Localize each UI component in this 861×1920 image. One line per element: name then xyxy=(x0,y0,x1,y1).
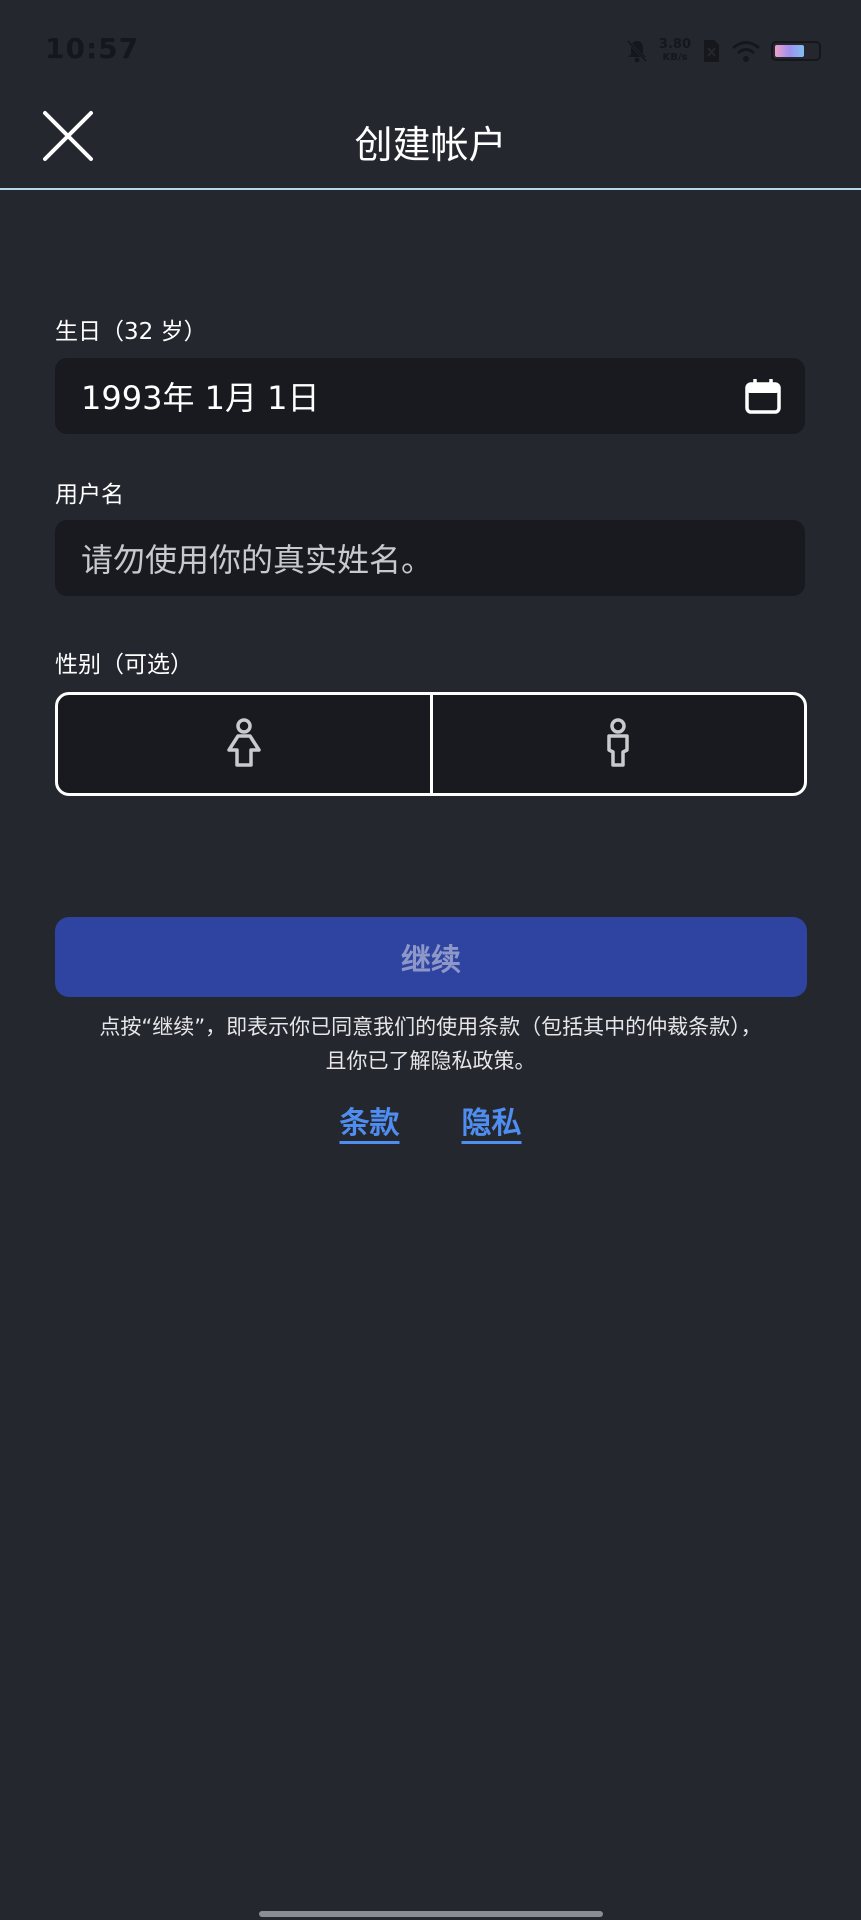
terms-link[interactable]: 条款 xyxy=(340,1098,400,1142)
birthday-field[interactable]: 1993年 1月 1日 xyxy=(55,358,805,434)
net-speed: 3.80 KB/s xyxy=(659,38,691,64)
privacy-link[interactable]: 隐私 xyxy=(462,1098,522,1142)
consent-line-1: 点按“继续”，即表示你已同意我们的使用条款（包括其中的仲裁条款）， xyxy=(99,1015,762,1039)
username-field[interactable]: 请勿使用你的真实姓名。 xyxy=(55,520,805,596)
consent-line-2: 且你已了解隐私政策。 xyxy=(325,1049,536,1073)
continue-button[interactable]: 继续 xyxy=(55,917,807,997)
net-speed-unit: KB/s xyxy=(662,52,688,63)
gender-label: 性别（可选） xyxy=(55,652,193,678)
mute-bell-icon xyxy=(626,39,648,63)
wifi-icon xyxy=(732,41,760,62)
male-icon xyxy=(607,718,629,767)
gender-option-male[interactable] xyxy=(429,695,805,793)
gender-selector xyxy=(55,692,807,796)
status-time: 10:57 xyxy=(45,32,140,65)
page-title: 创建帐户 xyxy=(354,123,507,167)
gender-option-female[interactable] xyxy=(58,695,430,793)
status-bar: 10:57 3.80 KB/s xyxy=(0,0,861,100)
legal-links: 条款 隐私 xyxy=(0,1098,861,1142)
home-indicator[interactable] xyxy=(259,1911,603,1917)
header: 创建帐户 xyxy=(0,100,861,190)
username-placeholder: 请勿使用你的真实姓名。 xyxy=(81,541,434,579)
username-label: 用户名 xyxy=(55,482,124,508)
birthday-label: 生日（32 岁） xyxy=(55,319,207,345)
consent-text: 点按“继续”，即表示你已同意我们的使用条款（包括其中的仲裁条款）， 且你已了解隐… xyxy=(40,1010,821,1078)
birthday-value: 1993年 1月 1日 xyxy=(81,379,320,417)
battery-icon xyxy=(771,41,821,61)
calendar-icon[interactable] xyxy=(745,378,781,414)
status-icons: 3.80 KB/s xyxy=(625,34,821,68)
female-icon xyxy=(227,718,261,767)
net-speed-value: 3.80 xyxy=(658,37,691,52)
sim-icon xyxy=(704,40,719,62)
